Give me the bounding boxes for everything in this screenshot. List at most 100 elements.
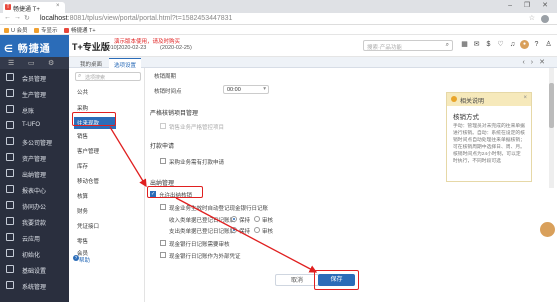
gear-icon[interactable]: ⚙ [48, 59, 54, 67]
expense-keep-label: 保持 [239, 229, 251, 235]
sidebar-item-assets[interactable]: 资产管理 [0, 150, 69, 164]
bookmark-item[interactable]: 专显示 [34, 26, 58, 34]
window-controls[interactable]: – ❐ ✕ [508, 1, 553, 9]
section-apply: 打款申请 [150, 144, 175, 150]
tabs-tools: ‹›✕ [522, 58, 551, 66]
header-toolbar: ▦ ✉ $ ♡ ♫ ● ? ♙ [460, 40, 555, 52]
mascot-icon[interactable]: ● [520, 40, 529, 49]
tab-close-icon[interactable]: × [56, 3, 60, 9]
sidebar-item-cloud[interactable]: 云应用 [0, 230, 69, 244]
cash-audit-checkbox[interactable] [160, 240, 166, 246]
calendar-icon[interactable]: ▦ [460, 40, 469, 49]
section-strict: 严格核销项目管理 [150, 111, 199, 117]
demo-note[interactable]: 演示版本使用，请及时购买 [114, 37, 180, 45]
close-all-icon[interactable]: ✕ [539, 59, 551, 66]
income-audit-label: 审核 [262, 218, 274, 224]
demo-date: [010]2020-02-23 [106, 45, 147, 51]
strict-checkbox[interactable] [160, 123, 166, 129]
cash-audit-label: 现金银行日记账需要审核 [169, 242, 230, 248]
sidebar-item-system[interactable]: 系统管理 [0, 278, 69, 292]
bookmark-star-icon[interactable]: ☆ [529, 14, 535, 22]
expense-audit-radio[interactable] [254, 227, 260, 233]
reload-icon[interactable]: ↻ [24, 14, 30, 22]
apply-checkbox[interactable] [160, 158, 166, 164]
cashier-icon [6, 169, 14, 177]
subnav-item-mobile-wh[interactable]: 移动仓管 [77, 177, 99, 185]
income-keep-radio[interactable] [231, 216, 237, 222]
grid-icon[interactable]: ☰ [8, 59, 14, 67]
sidebar-item-ledger[interactable]: 总账 [0, 102, 69, 116]
time-select[interactable]: 00:00 ▾ [223, 85, 269, 94]
subnav-item-crm[interactable]: 客户管理 [77, 147, 99, 155]
cancel-button[interactable]: 取消 [275, 274, 319, 286]
subnav-item-sales[interactable]: 销售 [77, 132, 88, 140]
forward-icon[interactable]: → [14, 14, 21, 21]
cash-external-checkbox[interactable] [160, 252, 166, 258]
next-icon[interactable]: › [531, 59, 539, 66]
sidebar-item-production[interactable]: 生产管理 [0, 86, 69, 100]
tab-desktop[interactable]: 我的桌面 [75, 58, 107, 68]
app-favicon-icon: T [5, 4, 11, 10]
help-circle-icon[interactable]: ? [532, 40, 541, 49]
sidebar-item-cashier[interactable]: 出纳管理 [0, 166, 69, 180]
help-link[interactable]: 帮助 [79, 256, 90, 264]
bookmark-item[interactable]: 畅捷通 T+ [64, 26, 96, 34]
factory-icon [6, 89, 14, 97]
pin-icon[interactable]: ▭ [28, 59, 35, 67]
sidebar-item-tufo[interactable]: T-UFO [0, 118, 69, 132]
content-scrollbar[interactable] [549, 68, 554, 188]
heart-icon[interactable]: ♡ [496, 40, 505, 49]
close-icon[interactable]: × [523, 95, 527, 101]
sidebar-item-member[interactable]: 会员管理 [0, 70, 69, 84]
init-icon [6, 249, 14, 257]
bookmarks-bar: U 会员 专显示 畅捷通 T+ [0, 25, 557, 35]
subnav-item-costing[interactable]: 核算 [77, 192, 88, 200]
help-panel-header: 相关说明 × [447, 93, 531, 106]
subnav-item-retail[interactable]: 零售 [77, 237, 88, 245]
browser-tabbar: T 畅捷通 T+ × – ❐ ✕ [0, 0, 557, 13]
sidebar-item-basic[interactable]: 基础设置 [0, 262, 69, 276]
product-name: T+专业版 [72, 42, 110, 52]
prev-icon[interactable]: ‹ [522, 59, 530, 66]
settings-icon [6, 265, 14, 273]
sidebar-item-collab[interactable]: 协同办公 [0, 198, 69, 212]
auto-cashier-opt-checkbox[interactable] [160, 204, 166, 210]
expense-label: 支出类单据已登记日记账后 [169, 229, 236, 235]
url-field[interactable]: localhost:8081/tplus/view/portal/portal.… [40, 15, 232, 22]
app-header: ∈ 畅捷通 T+专业版 演示版本使用，请及时购买 [010]2020-02-23… [0, 35, 557, 57]
browser-tab[interactable]: T 畅捷通 T+ × [3, 2, 65, 13]
account-avatar[interactable] [541, 15, 549, 23]
sidebar-item-loan[interactable]: 我要贷款 [0, 214, 69, 228]
strict-option-label: 销售业务严格管控项目 [169, 125, 225, 131]
tab-options[interactable]: 选项设置 [109, 58, 142, 69]
subnav-item-public[interactable]: 公共 [77, 88, 88, 96]
sidebar-item-reports[interactable]: 报表中心 [0, 182, 69, 196]
highlight-auto-cashier [147, 186, 203, 198]
scroll-thumb[interactable] [549, 83, 554, 128]
sidebar-item-multicompany[interactable]: 多公司管理 [0, 134, 69, 148]
subnav-item-inventory[interactable]: 库存 [77, 162, 88, 170]
chat-icon[interactable]: ✉ [472, 40, 481, 49]
subnav-item-voucher[interactable]: 凭证接口 [77, 222, 99, 230]
back-icon[interactable]: ← [4, 14, 11, 21]
subnav-item-purchase[interactable]: 采购 [77, 104, 88, 112]
options-subnav: ⌕ 选项搜索 公共 采购 往来现款 销售 客户管理 库存 移动仓管 核算 财务 … [69, 68, 145, 302]
search-icon[interactable]: ⌕ [446, 42, 449, 49]
expense-audit-label: 审核 [262, 229, 274, 235]
app-logo[interactable]: ∈ 畅捷通 [0, 35, 69, 57]
mascot-icon[interactable] [540, 222, 555, 237]
expense-keep-radio[interactable] [231, 227, 237, 233]
income-audit-radio[interactable] [254, 216, 260, 222]
search-icon: ⌕ [78, 73, 82, 79]
help-panel-body: 手动：管理员对未完成的往来单据进行核销。自动：系统在设定的核销时间点自动处理往来… [453, 124, 525, 164]
user-icon[interactable]: ♙ [544, 40, 553, 49]
global-search-input[interactable]: 搜索·产品功能 ⌕ [363, 40, 453, 51]
options-search-input[interactable]: ⌕ 选项搜索 [75, 72, 141, 81]
sidebar-item-init[interactable]: 初始化 [0, 246, 69, 260]
income-keep-label: 保持 [239, 218, 251, 224]
bookmark-item[interactable]: U 会员 [4, 26, 28, 34]
bell-icon[interactable]: ♫ [508, 40, 517, 49]
subnav-item-finance[interactable]: 财务 [77, 207, 88, 215]
help-panel: 相关说明 × 核销方式 手动：管理员对未完成的往来单据进行核销。自动：系统在设定… [446, 92, 532, 182]
dollar-icon[interactable]: $ [484, 40, 493, 49]
